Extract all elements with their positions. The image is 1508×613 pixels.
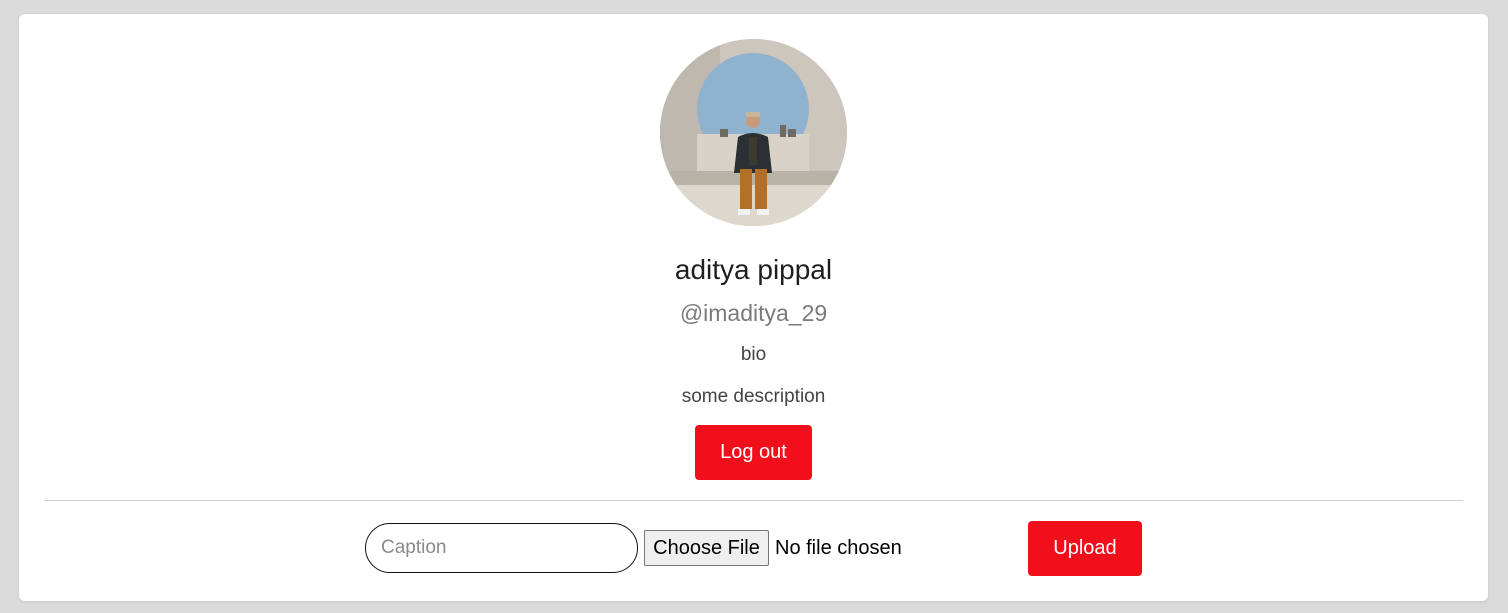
avatar — [660, 39, 847, 226]
choose-file-button[interactable]: Choose File — [644, 530, 769, 566]
avatar-photo — [660, 39, 847, 226]
divider — [44, 500, 1463, 501]
upload-button[interactable]: Upload — [1028, 521, 1142, 576]
bio-label: bio — [740, 344, 767, 365]
bio-text: some description — [681, 386, 826, 407]
profile-handle: @imaditya_29 — [679, 300, 828, 326]
file-status: No file chosen — [775, 537, 902, 559]
caption-input[interactable] — [365, 523, 638, 573]
profile-card: aditya pippal @imaditya_29 bio some desc… — [19, 14, 1488, 601]
profile-name: aditya pippal — [674, 254, 833, 285]
logout-button[interactable]: Log out — [695, 425, 812, 480]
